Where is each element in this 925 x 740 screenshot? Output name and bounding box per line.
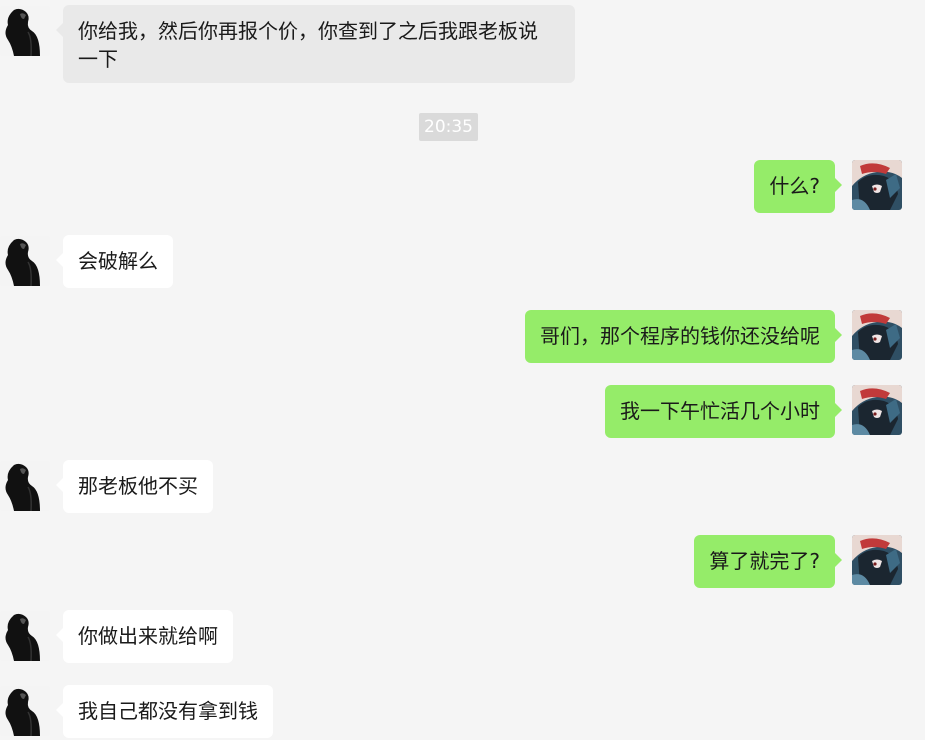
- self-avatar[interactable]: [852, 160, 902, 210]
- outgoing-message-bubble[interactable]: 我一下午忙活几个小时: [605, 385, 842, 438]
- contact-avatar[interactable]: [0, 236, 50, 286]
- dark-silhouette-icon: [0, 461, 50, 511]
- contact-avatar[interactable]: [0, 461, 50, 511]
- outgoing-message-bubble[interactable]: 哥们，那个程序的钱你还没给呢: [525, 310, 842, 363]
- incoming-message-bubble[interactable]: 会破解么: [56, 235, 173, 288]
- self-avatar[interactable]: [852, 385, 902, 435]
- dark-silhouette-icon: [0, 611, 50, 661]
- incoming-message-bubble[interactable]: 你给我，然后你再报个价，你查到了之后我跟老板说 一下: [56, 5, 575, 83]
- incoming-message-bubble[interactable]: 我自己都没有拿到钱: [56, 685, 273, 738]
- self-avatar[interactable]: [852, 310, 902, 360]
- dark-silhouette-icon: [0, 686, 50, 736]
- anime-character-icon: [852, 160, 902, 210]
- contact-avatar[interactable]: [0, 6, 50, 56]
- self-avatar[interactable]: [852, 535, 902, 585]
- outgoing-message-bubble[interactable]: 什么?: [754, 160, 842, 213]
- outgoing-message-bubble[interactable]: 算了就完了?: [694, 535, 842, 588]
- anime-character-icon: [852, 310, 902, 360]
- incoming-message-bubble[interactable]: 那老板他不买: [56, 460, 213, 513]
- anime-character-icon: [852, 385, 902, 435]
- timestamp: 20:35: [419, 113, 478, 141]
- anime-character-icon: [852, 535, 902, 585]
- chat-area[interactable]: 你给我，然后你再报个价，你查到了之后我跟老板说 一下 20:35 什么? 会破解…: [0, 0, 925, 740]
- dark-silhouette-icon: [0, 6, 50, 56]
- contact-avatar[interactable]: [0, 686, 50, 736]
- dark-silhouette-icon: [0, 236, 50, 286]
- contact-avatar[interactable]: [0, 611, 50, 661]
- incoming-message-bubble[interactable]: 你做出来就给啊: [56, 610, 233, 663]
